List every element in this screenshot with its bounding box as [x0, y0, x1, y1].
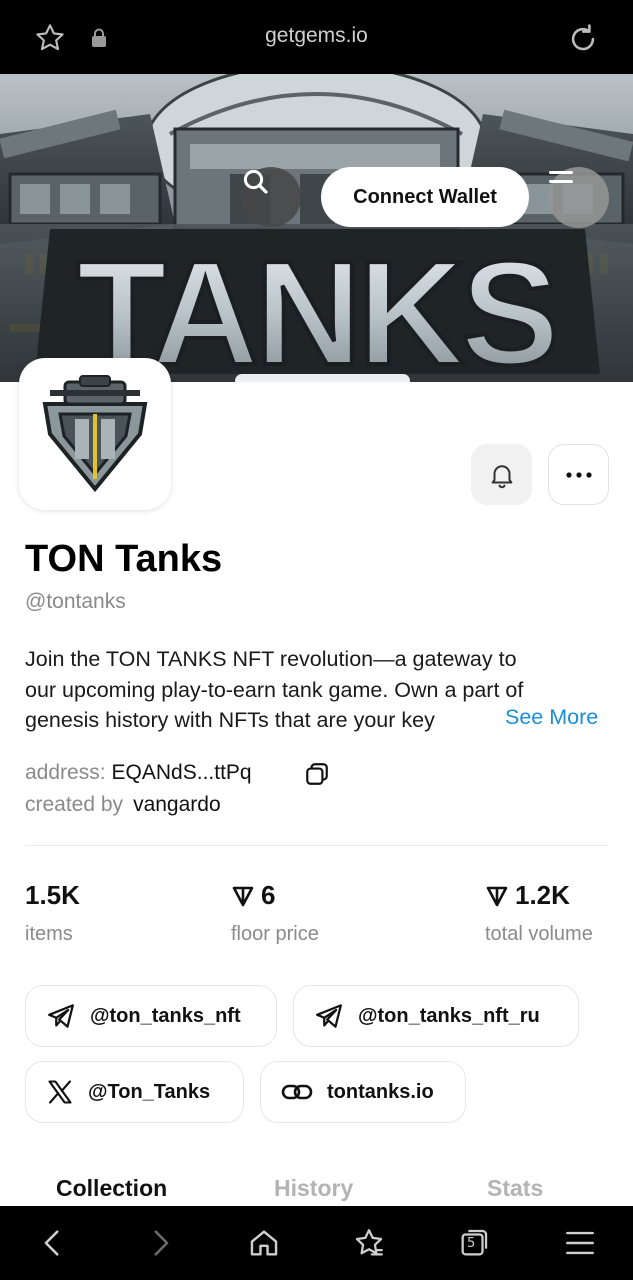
search-icon	[243, 169, 268, 194]
notify-button[interactable]	[471, 444, 532, 505]
creator-link[interactable]: vangardo	[133, 793, 221, 816]
floor-price-stat: 6 floor price	[231, 880, 319, 946]
telegram-icon	[316, 1004, 342, 1028]
telegram-handle: @ton_tanks_nft_ru	[358, 1004, 540, 1027]
banner-artwork: TANKS	[0, 74, 633, 382]
tab-collection[interactable]: Collection	[56, 1175, 167, 1202]
x-handle: @Ton_Tanks	[88, 1080, 211, 1103]
collection-title: TON Tanks	[25, 538, 223, 580]
tab-count: 5	[467, 1236, 476, 1251]
divider	[25, 845, 609, 846]
items-value: 1.5K	[25, 880, 80, 910]
tab-history[interactable]: History	[274, 1175, 353, 1202]
created-by-label: created by	[25, 793, 124, 816]
home-icon[interactable]	[247, 1226, 281, 1260]
more-dots-icon	[565, 471, 592, 478]
collection-banner: TANKS Connect Wallet	[0, 74, 633, 382]
description-line: our upcoming play-to-earn tank game. Own…	[25, 677, 524, 702]
tank-shield-logo-icon	[42, 375, 148, 493]
browser-bottom-bar: 5	[0, 1206, 633, 1280]
items-label: items	[25, 923, 73, 945]
ton-icon	[232, 886, 254, 906]
collection-avatar	[19, 358, 171, 510]
telegram-icon	[48, 1004, 74, 1028]
x-logo-icon	[48, 1080, 72, 1104]
total-volume-value: 1.2K	[515, 880, 570, 910]
tab-stats[interactable]: Stats	[487, 1175, 543, 1202]
creator-row: created by vangardo	[25, 793, 221, 817]
tabs-switcher-button[interactable]: 5	[457, 1226, 491, 1260]
x-link-chip[interactable]: @Ton_Tanks	[25, 1061, 244, 1123]
browser-top-bar: getgems.io	[0, 0, 633, 74]
url-bar[interactable]: getgems.io	[0, 24, 633, 48]
bell-icon	[491, 464, 512, 488]
browser-menu-icon[interactable]	[563, 1226, 597, 1260]
see-more-link[interactable]: See More	[505, 705, 599, 730]
reload-icon[interactable]	[566, 22, 600, 56]
floor-price-value: 6	[261, 880, 276, 910]
total-volume-stat: 1.2K total volume	[485, 880, 593, 946]
link-icon	[281, 1084, 313, 1100]
description-line: Join the TON TANKS NFT revolution—a gate…	[25, 647, 517, 671]
collection-tabs: Collection History Stats	[0, 1175, 633, 1207]
copy-icon[interactable]	[304, 761, 330, 787]
menu-button[interactable]	[548, 167, 609, 228]
bookmarks-icon[interactable]	[352, 1226, 386, 1260]
telegram-link-chip[interactable]: @ton_tanks_nft	[25, 985, 277, 1047]
forward-icon[interactable]	[143, 1226, 177, 1260]
more-options-button[interactable]	[548, 444, 609, 505]
total-volume-label: total volume	[485, 923, 593, 945]
connect-wallet-button[interactable]: Connect Wallet	[321, 167, 529, 227]
items-stat: 1.5K items	[25, 880, 80, 946]
website-url: tontanks.io	[327, 1080, 434, 1103]
address-value: EQANdS...ttPq	[111, 761, 252, 784]
telegram-handle: @ton_tanks_nft	[90, 1004, 241, 1027]
back-icon[interactable]	[36, 1226, 70, 1260]
floor-price-label: floor price	[231, 923, 319, 945]
hamburger-icon	[549, 171, 573, 183]
address-row: address: EQANdS...ttPq	[25, 761, 252, 785]
search-button[interactable]	[241, 167, 301, 227]
telegram-ru-link-chip[interactable]: @ton_tanks_nft_ru	[293, 985, 579, 1047]
address-label: address:	[25, 761, 106, 784]
website-link-chip[interactable]: tontanks.io	[260, 1061, 466, 1123]
ton-icon	[486, 886, 508, 906]
collection-handle: @tontanks	[25, 590, 126, 613]
